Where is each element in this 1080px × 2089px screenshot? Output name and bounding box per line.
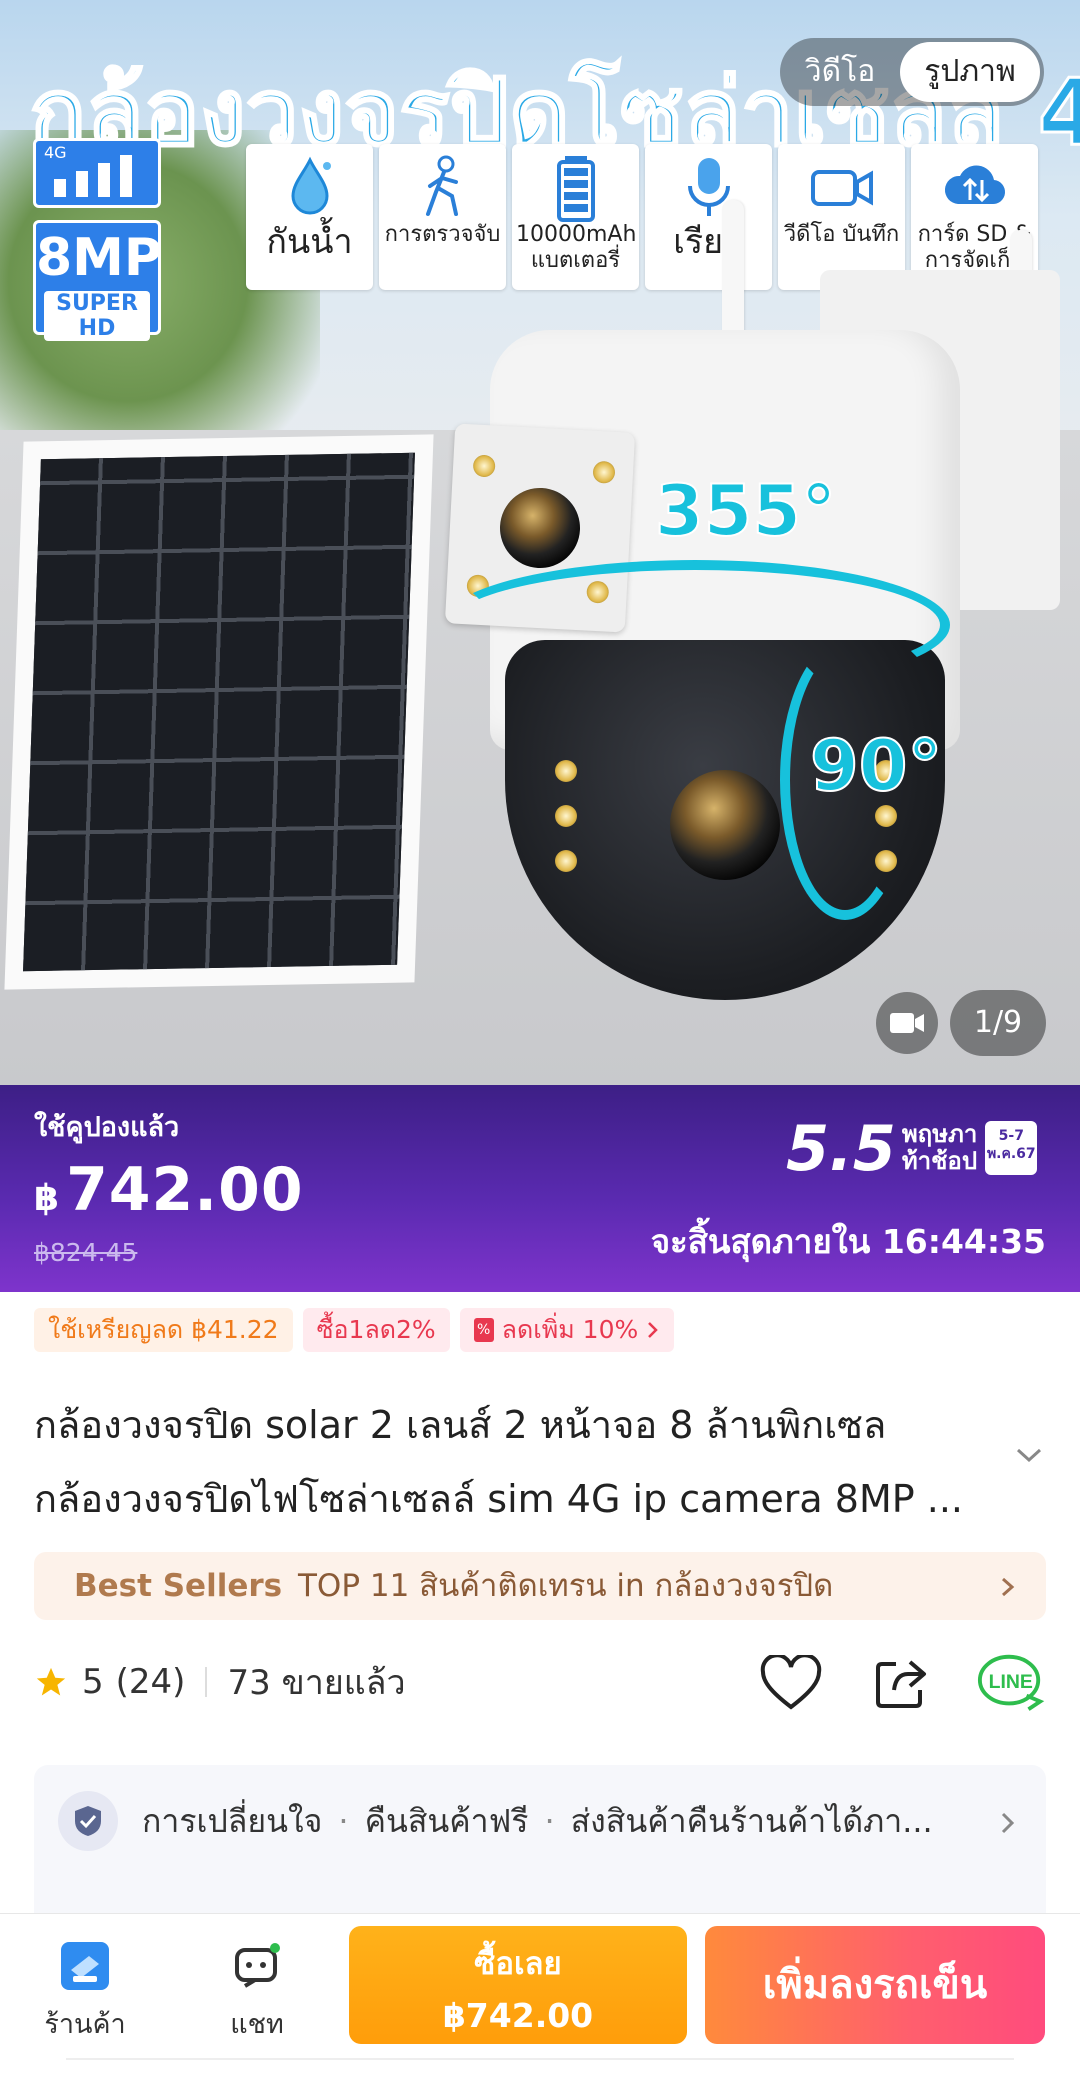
tab-video[interactable]: วิดีโอ	[780, 38, 900, 106]
heart-icon	[760, 1655, 822, 1710]
product-title-line2: กล้องวงจรปิดไฟโซล่าเซลล์ sim 4G ip camer…	[34, 1477, 963, 1521]
service-item: ส่งสินค้าคืนร้านค้าได้ภา...	[570, 1801, 933, 1840]
best-sellers-banner[interactable]: Best Sellers TOP 11 สินค้าติดเทรน in กล้…	[34, 1552, 1046, 1620]
badge-quality: SUPER HD	[44, 291, 150, 341]
campaign-text-line2: ท้าช้อป	[901, 1147, 978, 1175]
favorite-button[interactable]	[756, 1648, 826, 1718]
battery-icon	[556, 156, 595, 222]
feature-label: 10000mAh แบตเตอรี่	[516, 222, 637, 273]
expand-title-button[interactable]	[1014, 1446, 1044, 1468]
service-item: คืนสินค้าฟรี	[364, 1801, 529, 1840]
service-item: การเปลี่ยนใจ	[142, 1801, 323, 1840]
separator-dot: ·	[338, 1802, 349, 1840]
badge-resolution-value: 8MP	[36, 228, 163, 288]
shop-button[interactable]: ร้านค้า	[30, 1940, 140, 2045]
chevron-right-icon	[1002, 1577, 1015, 1597]
water-drop-icon	[290, 156, 331, 215]
campaign-date: 5-7 พ.ค.67	[985, 1121, 1038, 1175]
original-price: ฿824.45	[34, 1238, 138, 1267]
extra-discount-tag[interactable]: % ลดเพิ่ม 10%	[459, 1308, 675, 1352]
svg-text:LINE: LINE	[989, 1671, 1033, 1693]
video-camera-icon	[890, 1013, 924, 1033]
feature-recording: วีดีโอ บันทึก	[778, 144, 905, 290]
feature-call: เรียก	[645, 144, 772, 290]
feature-battery: 10000mAh แบตเตอรี่	[512, 144, 639, 290]
separator-dot: ·	[544, 1802, 555, 1840]
sold-count: 73 ขายแล้ว	[227, 1663, 406, 1703]
feature-label: วีดีโอ บันทึก	[783, 222, 900, 247]
buy-now-button[interactable]: ซื้อเลย ฿742.00	[349, 1926, 687, 2044]
campaign-text: พฤษภา ท้าช้อป	[902, 1121, 977, 1175]
line-share-button[interactable]: LINE	[976, 1648, 1046, 1718]
tab-image[interactable]: รูปภาพ	[900, 42, 1040, 102]
rating-score: 5	[82, 1662, 104, 1702]
feature-waterproof: กันน้ำ	[246, 144, 373, 290]
media-type-toggle[interactable]: วิดีโอ รูปภาพ	[780, 38, 1044, 106]
chat-button[interactable]: แชท	[202, 1940, 312, 2045]
line-app-icon: LINE	[977, 1654, 1045, 1711]
product-title-line1: กล้องวงจรปิด solar 2 เลนส์ 2 หน้าจอ 8 ล้…	[34, 1403, 887, 1447]
image-counter: 1/9	[950, 990, 1046, 1056]
currency-symbol: ฿	[34, 1178, 61, 1219]
buy-discount-tag[interactable]: ซื้อ1ลด2%	[302, 1308, 450, 1352]
walking-person-icon	[425, 155, 458, 216]
play-video-button[interactable]	[876, 992, 938, 1054]
chevron-right-icon	[648, 1322, 659, 1338]
chevron-down-icon	[1016, 1448, 1042, 1463]
countdown-timer: จะสิ้นสุดภายใน 16:44:35	[650, 1222, 1046, 1261]
buy-now-price: ฿742.00	[442, 1996, 594, 2035]
feature-label: เรียก	[673, 222, 744, 262]
signal-bars-icon	[54, 155, 132, 197]
feature-detection: การตรวจจับ	[379, 144, 506, 290]
divider	[205, 1667, 208, 1697]
campaign-date-line2: พ.ค.67	[986, 1146, 1036, 1162]
video-camera-icon	[810, 170, 873, 206]
campaign-logo: 5.5 พฤษภา ท้าช้อป 5-7 พ.ค.67	[786, 1112, 1038, 1185]
feature-label: การตรวจจับ	[384, 222, 501, 247]
extra-discount-label: ลดเพิ่ม 10%	[501, 1315, 639, 1344]
feature-label: กันน้ำ	[266, 222, 353, 262]
buy-now-label: ซื้อเลย	[474, 1946, 562, 1982]
product-actions: LINE	[756, 1648, 1046, 1718]
rating-count: (24)	[115, 1662, 186, 1702]
solar-panel-image	[4, 434, 434, 990]
voucher-icon: %	[473, 1318, 494, 1342]
best-sellers-brand: Best Sellers	[74, 1568, 283, 1604]
share-button[interactable]	[866, 1648, 936, 1718]
badge-resolution: 8MP SUPER HD	[33, 220, 163, 341]
price-banner: ใช้คูปองแล้ว ฿ 742.00 ฿824.45 5.5 พฤษภา ท…	[0, 1085, 1080, 1292]
bottom-action-bar: ร้านค้า แชท ซื้อเลย ฿742.00 เพิ่มลงรถเข็…	[0, 1913, 1080, 2089]
share-icon	[876, 1660, 926, 1708]
campaign-number: 5.5	[786, 1111, 896, 1185]
campaign-text-line1: พฤษภา	[901, 1120, 978, 1148]
promo-tags[interactable]: ใช้เหรียญลด ฿41.22 ซื้อ1ลด2% % ลดเพิ่ม 1…	[34, 1308, 675, 1352]
chat-label: แชท	[230, 2009, 284, 2040]
price-value: 742.00	[66, 1155, 304, 1225]
product-title: กล้องวงจรปิด solar 2 เลนส์ 2 หน้าจอ 8 ล้…	[34, 1388, 994, 1536]
home-indicator	[66, 2058, 1014, 2060]
star-icon	[36, 1667, 66, 1696]
feature-icons: กันน้ำ การตรวจจับ 10000mAh แบตเตอรี่ เรี…	[246, 144, 1038, 299]
rotation-vertical-label: 90°	[809, 724, 943, 808]
product-image-carousel[interactable]: กล้องวงจรปิดโซล่าเซลล์ 4G 4G 8MP SUPER H…	[0, 0, 1080, 1085]
add-to-cart-button[interactable]: เพิ่มลงรถเข็น	[705, 1926, 1045, 2044]
current-price: ฿ 742.00	[34, 1155, 304, 1225]
coupon-applied-label: ใช้คูปองแล้ว	[34, 1112, 180, 1143]
rating-row[interactable]: 5 (24) 73 ขายแล้ว	[34, 1652, 406, 1712]
chevron-right-icon	[1001, 1812, 1015, 1834]
best-sellers-rank: TOP 11 สินค้าติดเทรน in กล้องวงจรปิด	[298, 1568, 834, 1604]
store-icon	[61, 1942, 109, 1990]
badge-4g: 4G	[33, 138, 161, 208]
cloud-sync-icon	[944, 165, 1005, 205]
coin-discount-tag[interactable]: ใช้เหรียญลด ฿41.22	[34, 1308, 293, 1352]
shield-check-icon	[58, 1791, 118, 1851]
service-row: การเปลี่ยนใจ · คืนสินค้าฟรี · ส่งสินค้าค…	[58, 1791, 933, 1851]
rotation-horizontal-label: 355°	[654, 469, 837, 553]
campaign-date-line1: 5-7	[998, 1128, 1024, 1144]
chat-bot-icon	[235, 1943, 280, 1988]
shop-label: ร้านค้า	[44, 2009, 126, 2040]
